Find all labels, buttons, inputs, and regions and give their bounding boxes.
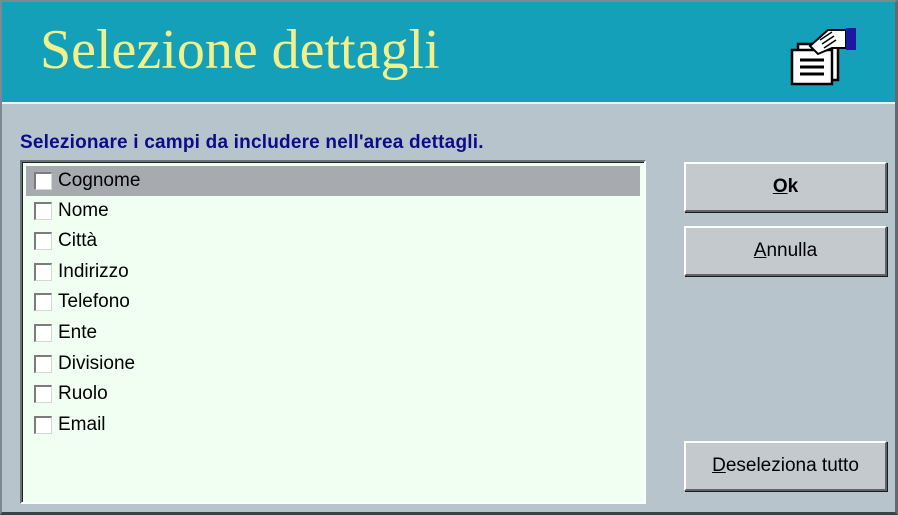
deselect-all-mnemonic: D <box>712 455 726 476</box>
checkbox[interactable] <box>34 324 52 342</box>
list-item-label: Ruolo <box>58 383 108 404</box>
list-item-divisione[interactable]: Divisione <box>26 349 640 379</box>
list-item-label: Nome <box>58 200 109 221</box>
checkbox[interactable] <box>34 385 52 403</box>
fields-listbox[interactable]: Cognome Nome Città Indirizzo Telefono En… <box>20 160 646 504</box>
checkbox[interactable] <box>34 355 52 373</box>
document-hand-icon <box>790 28 856 86</box>
checkbox[interactable] <box>34 172 52 190</box>
deselect-all-button[interactable]: Deseleziona tutto <box>684 441 887 491</box>
ok-button[interactable]: Ok <box>684 162 887 212</box>
list-item-nome[interactable]: Nome <box>26 196 640 226</box>
dialog-header: Selezione dettagli <box>2 2 895 104</box>
checkbox[interactable] <box>34 416 52 434</box>
list-item-label: Indirizzo <box>58 261 129 282</box>
list-item-label: Divisione <box>58 353 136 374</box>
ok-label-rest: k <box>787 176 799 197</box>
deselect-all-label-rest: eseleziona tutto <box>725 455 859 476</box>
list-item-email[interactable]: Email <box>26 410 640 440</box>
cancel-label-rest: nnulla <box>766 240 818 261</box>
ok-mnemonic: O <box>772 176 788 197</box>
list-item-label: Email <box>58 414 106 435</box>
instructions-label: Selezionare i campi da includere nell'ar… <box>20 132 484 153</box>
list-item-label: Cognome <box>58 170 141 191</box>
list-item-label: Ente <box>58 322 98 343</box>
list-item-indirizzo[interactable]: Indirizzo <box>26 257 640 287</box>
list-item-citta[interactable]: Città <box>26 226 640 256</box>
checkbox[interactable] <box>34 263 52 281</box>
cancel-button[interactable]: Annulla <box>684 226 887 276</box>
list-item-telefono[interactable]: Telefono <box>26 287 640 317</box>
list-item-label: Città <box>58 230 98 251</box>
list-item-ruolo[interactable]: Ruolo <box>26 379 640 409</box>
cancel-mnemonic: A <box>753 240 767 261</box>
list-item-ente[interactable]: Ente <box>26 318 640 348</box>
checkbox[interactable] <box>34 202 52 220</box>
details-selection-dialog: Selezione dettagli Selezionare i campi d… <box>0 0 898 515</box>
list-item-cognome[interactable]: Cognome <box>26 166 640 196</box>
dialog-title: Selezione dettagli <box>40 19 440 81</box>
list-item-label: Telefono <box>58 291 130 312</box>
checkbox[interactable] <box>34 293 52 311</box>
checkbox[interactable] <box>34 232 52 250</box>
